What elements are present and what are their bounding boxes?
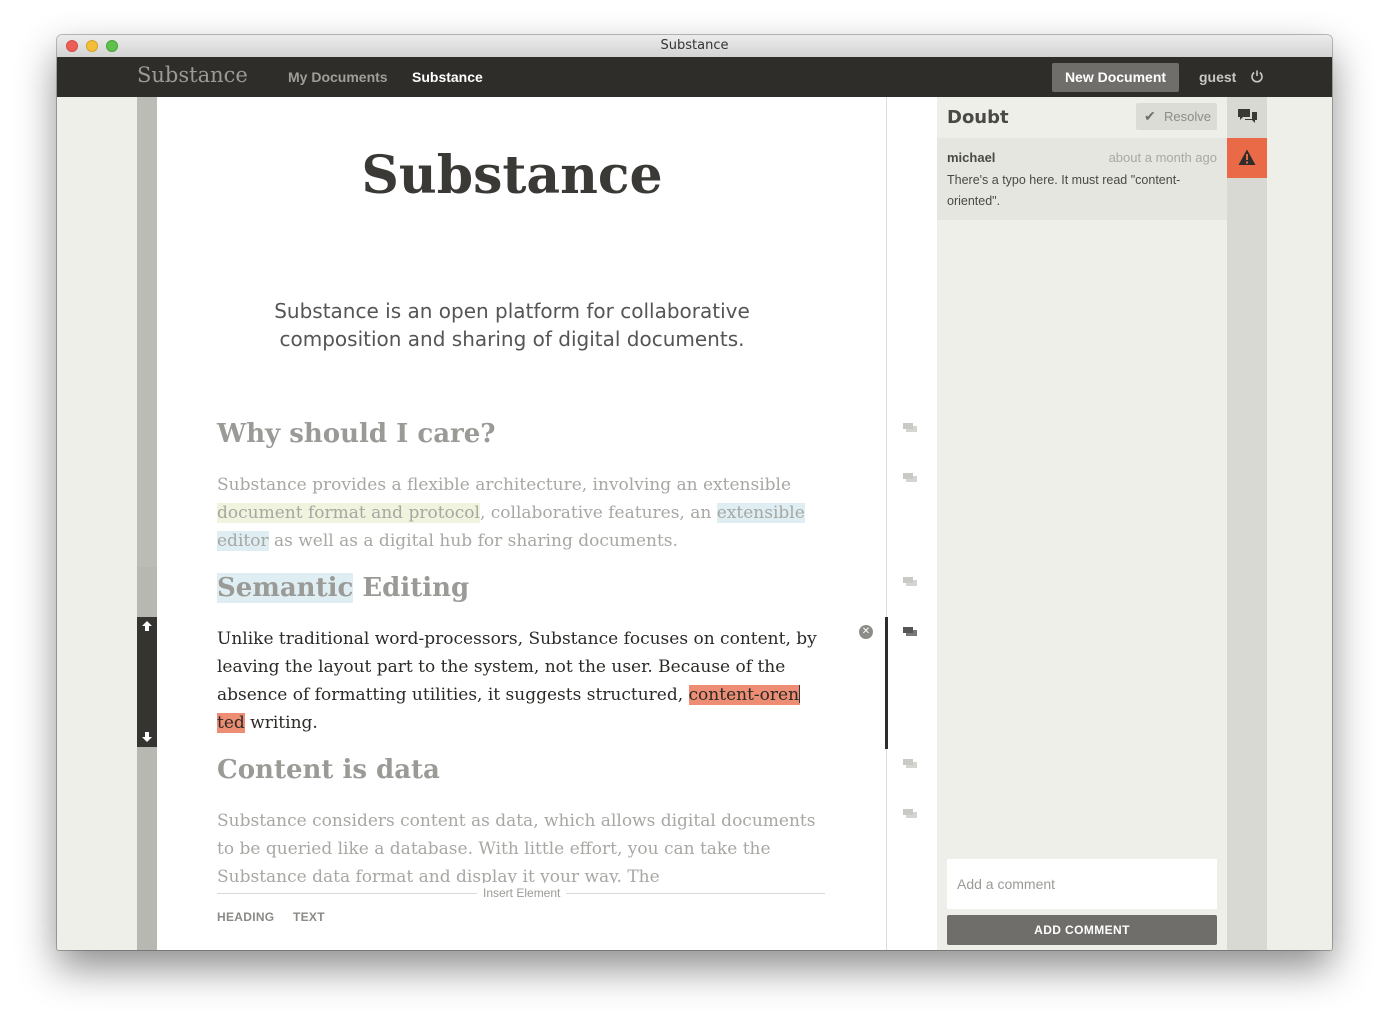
annotation-text: ted xyxy=(217,713,245,733)
add-comment-input[interactable] xyxy=(947,859,1217,909)
app-window: Substance Substance My Documents Substan… xyxy=(57,35,1332,950)
comment-author[interactable]: michael xyxy=(947,150,995,165)
user-name[interactable]: guest xyxy=(1199,69,1236,85)
warning-icon xyxy=(1238,149,1256,165)
paragraph-text: writing. xyxy=(244,713,318,733)
comment-bubble-icon[interactable] xyxy=(903,423,917,433)
section-paragraph[interactable]: Substance considers content as data, whi… xyxy=(217,807,817,883)
checkmark-icon: ✔ xyxy=(1144,108,1156,124)
add-comment-button[interactable]: ADD COMMENT xyxy=(947,915,1217,945)
comment-bubble-icon[interactable] xyxy=(903,627,917,637)
insert-text-button[interactable]: TEXT xyxy=(293,910,325,924)
move-down-arrow-icon[interactable] xyxy=(141,731,153,743)
insert-heading-button[interactable]: HEADING xyxy=(217,910,274,924)
active-paragraph[interactable]: Unlike traditional word-processors, Subs… xyxy=(217,625,817,737)
new-document-button[interactable]: New Document xyxy=(1052,63,1179,92)
nav-my-documents[interactable]: My Documents xyxy=(288,69,388,85)
comment-bubble-icon[interactable] xyxy=(903,809,917,819)
window-title: Substance xyxy=(660,38,729,53)
heading-text: Editing xyxy=(353,573,470,603)
annotation-highlight[interactable]: Semantic xyxy=(217,573,354,603)
document-editor[interactable]: Substance Substance is an open platform … xyxy=(157,97,887,950)
section-paragraph[interactable]: Substance provides a flexible architectu… xyxy=(217,471,817,555)
doubt-mode-button[interactable] xyxy=(1227,138,1267,178)
power-icon[interactable] xyxy=(1250,69,1264,83)
active-block-handle[interactable] xyxy=(137,617,157,747)
text-cursor xyxy=(799,685,801,703)
comment-bubble-icon[interactable] xyxy=(903,473,917,483)
scroll-track xyxy=(137,97,157,567)
comment-body: There's a typo here. It must read "conte… xyxy=(947,173,1181,208)
paragraph-text: , collaborative features, an xyxy=(479,503,717,523)
annotation-panel: Doubt ✔ Resolve michael about a month ag… xyxy=(937,97,1227,950)
panel-title: Doubt xyxy=(947,107,1009,128)
nav-current-document[interactable]: Substance xyxy=(412,69,483,85)
resolve-button[interactable]: ✔ Resolve xyxy=(1136,103,1217,130)
active-block-indicator xyxy=(885,617,888,749)
document-title[interactable]: Substance xyxy=(157,145,867,206)
move-up-arrow-icon[interactable] xyxy=(141,620,153,632)
remove-annotation-icon[interactable]: ✕ xyxy=(859,625,873,639)
annotation-highlight[interactable]: document format and protocol xyxy=(217,503,480,523)
close-window-button[interactable] xyxy=(66,40,78,52)
brand-logo[interactable]: Substance xyxy=(137,63,248,87)
paragraph-text: Substance provides a flexible architectu… xyxy=(217,475,792,495)
comment-markers-column xyxy=(885,97,937,950)
comments-mode-button[interactable] xyxy=(1227,97,1267,137)
resolve-label: Resolve xyxy=(1164,109,1211,124)
comment-item: michael about a month ago There's a typo… xyxy=(937,138,1227,220)
comment-bubble-icon[interactable] xyxy=(903,759,917,769)
document-lead[interactable]: Substance is an open platform for collab… xyxy=(217,297,807,353)
top-navbar: Substance My Documents Substance New Doc… xyxy=(57,57,1332,97)
minimize-window-button[interactable] xyxy=(86,40,98,52)
section-heading[interactable]: Why should I care? xyxy=(217,419,496,449)
document-scroll-gutter[interactable] xyxy=(137,97,157,950)
title-bar: Substance xyxy=(57,35,1332,58)
zoom-window-button[interactable] xyxy=(106,40,118,52)
right-margin xyxy=(1267,97,1332,950)
comments-icon xyxy=(1238,109,1257,123)
comment-timestamp: about a month ago xyxy=(1108,150,1217,165)
panel-mode-rail xyxy=(1227,97,1267,950)
annotation-text: content-oren xyxy=(688,685,800,705)
section-heading[interactable]: Semantic Editing xyxy=(217,573,469,603)
paragraph-text: as well as a digital hub for sharing doc… xyxy=(268,531,678,551)
comment-bubble-icon[interactable] xyxy=(903,577,917,587)
section-heading[interactable]: Content is data xyxy=(217,755,440,785)
insert-element-label: Insert Element xyxy=(477,886,567,900)
